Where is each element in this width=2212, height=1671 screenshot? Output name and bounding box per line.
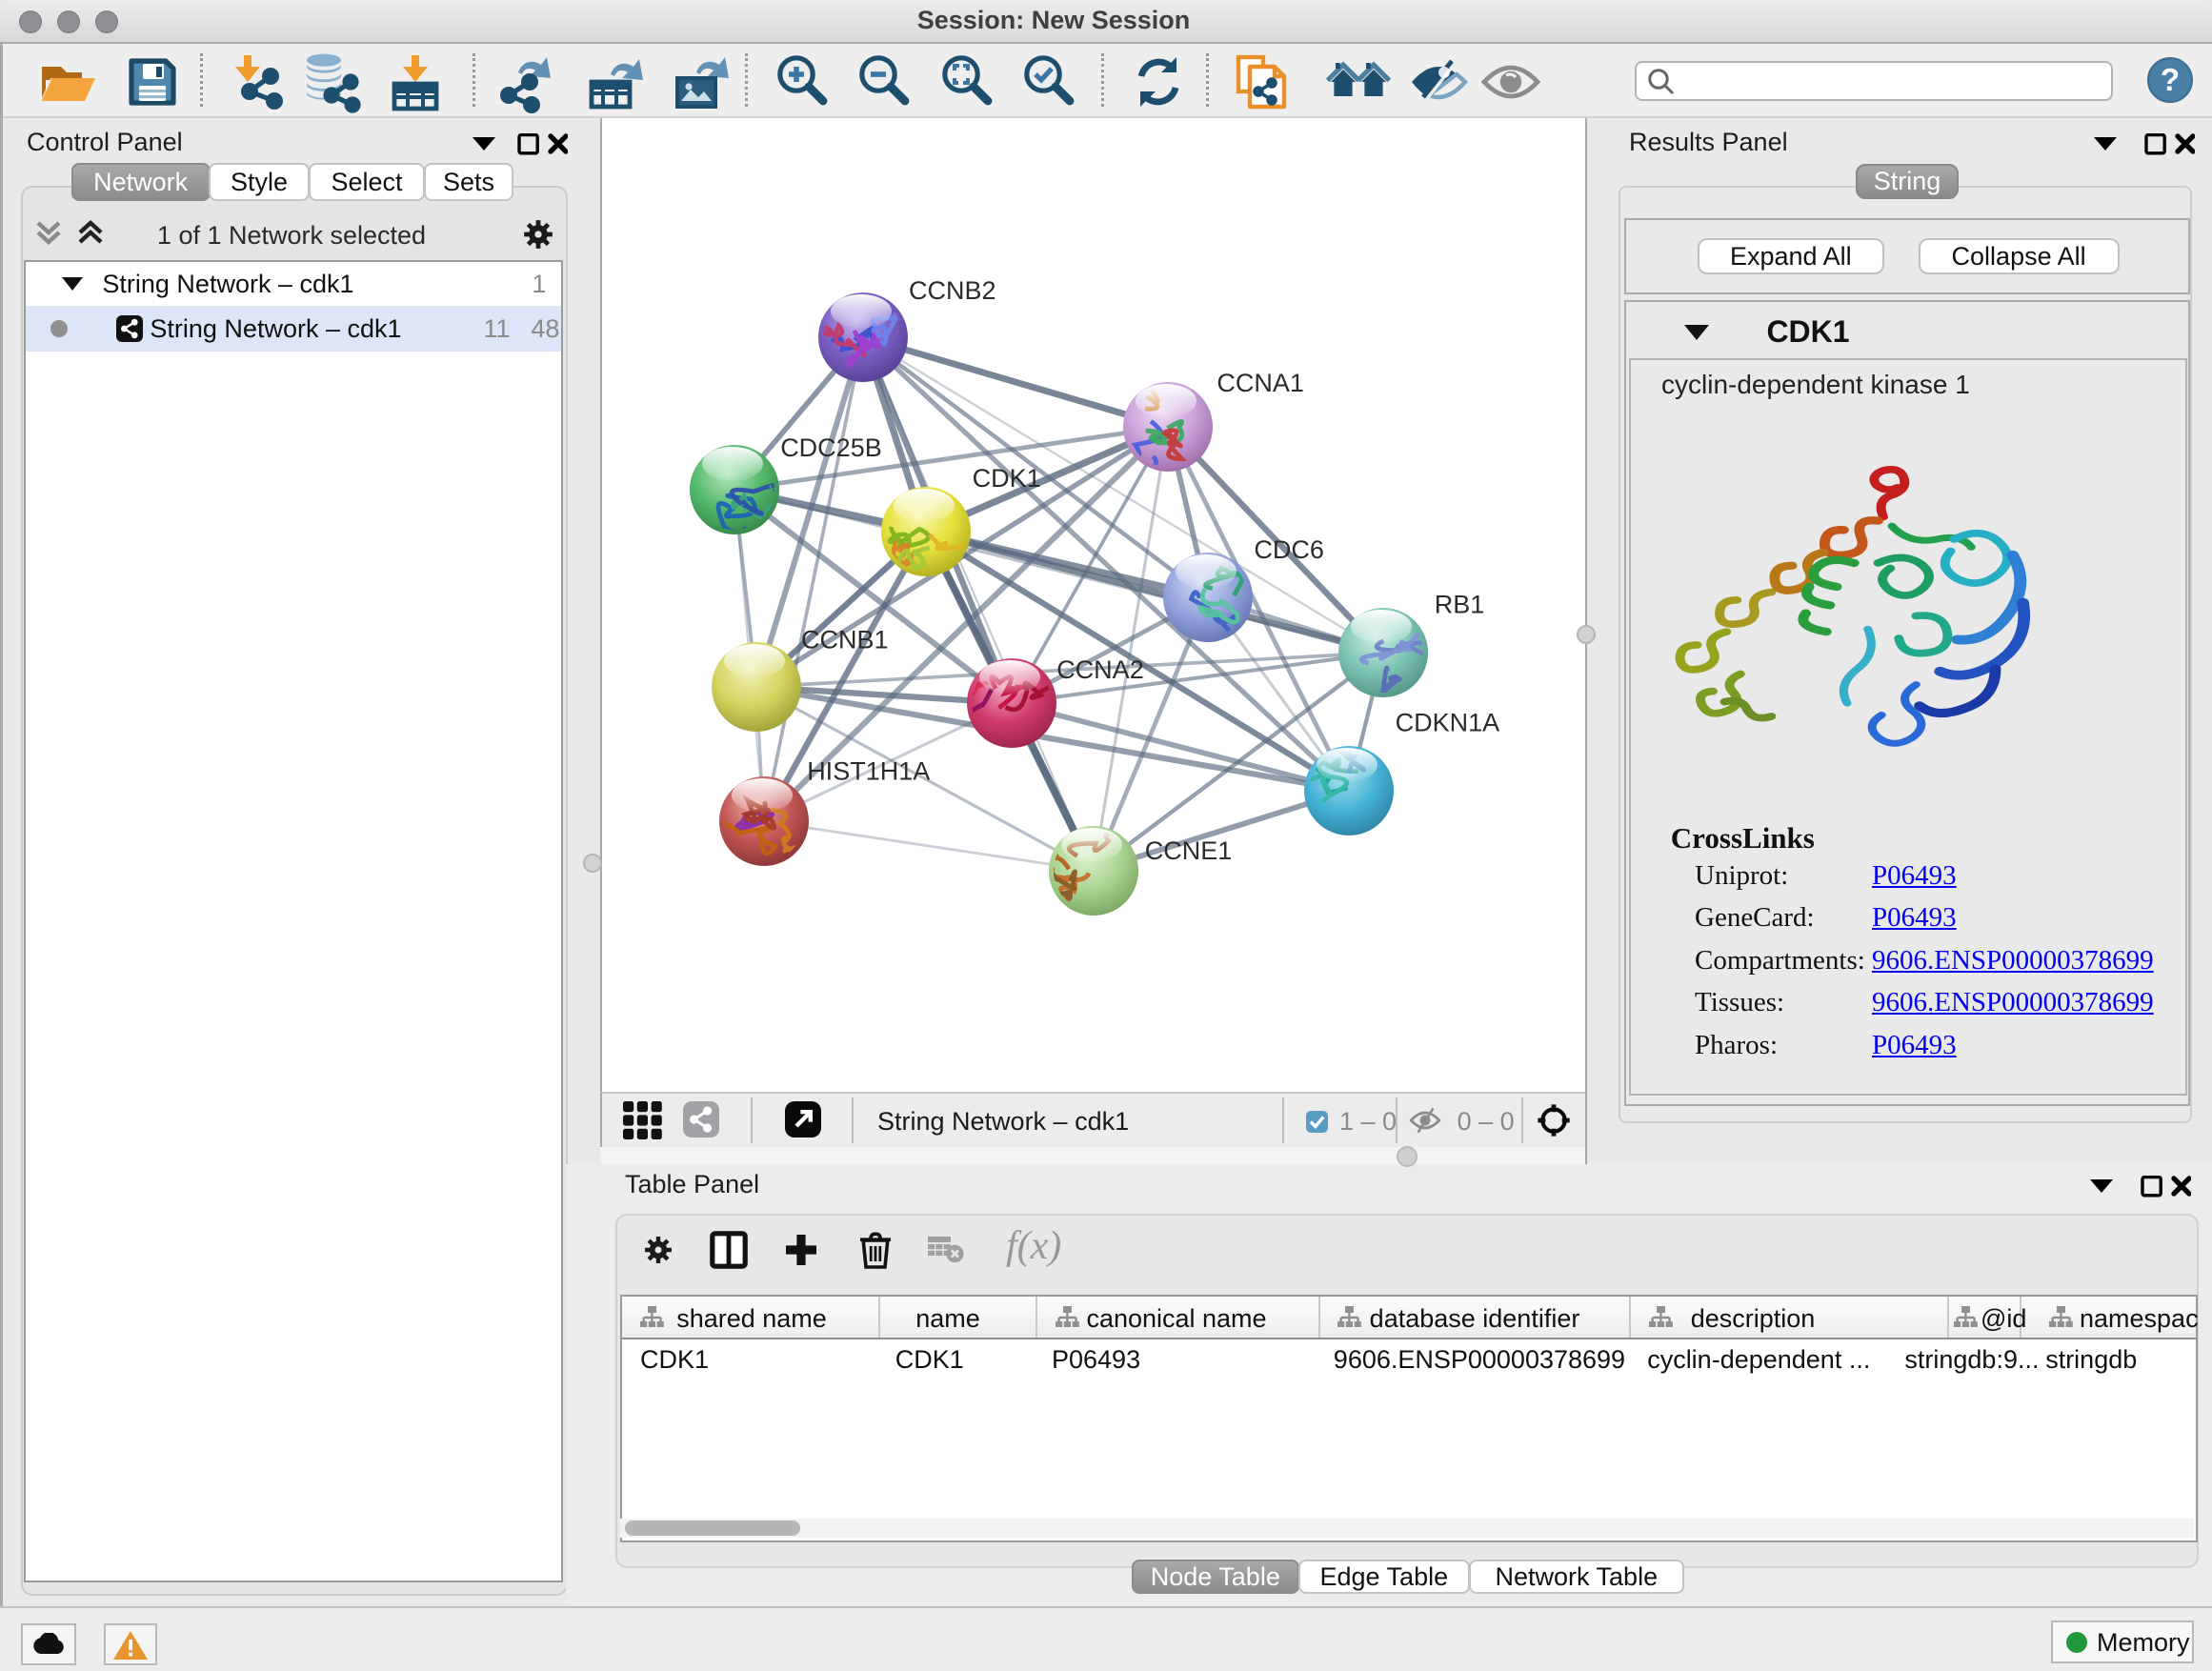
svg-text:CCNA2: CCNA2 [1056, 655, 1144, 684]
svg-text:CCNE1: CCNE1 [1145, 836, 1233, 865]
svg-text:CCNB2: CCNB2 [909, 276, 996, 305]
svg-text:RB1: RB1 [1435, 591, 1485, 619]
svg-text:HIST1H1A: HIST1H1A [807, 757, 930, 786]
svg-text:CCNA1: CCNA1 [1217, 369, 1304, 397]
svg-text:?: ? [2161, 62, 2180, 97]
svg-text:CDK1: CDK1 [973, 464, 1041, 493]
svg-text:CDC6: CDC6 [1254, 535, 1324, 564]
svg-text:CDC25B: CDC25B [780, 433, 882, 462]
svg-text:CCNB1: CCNB1 [801, 626, 889, 654]
svg-text:CDKN1A: CDKN1A [1396, 709, 1500, 737]
